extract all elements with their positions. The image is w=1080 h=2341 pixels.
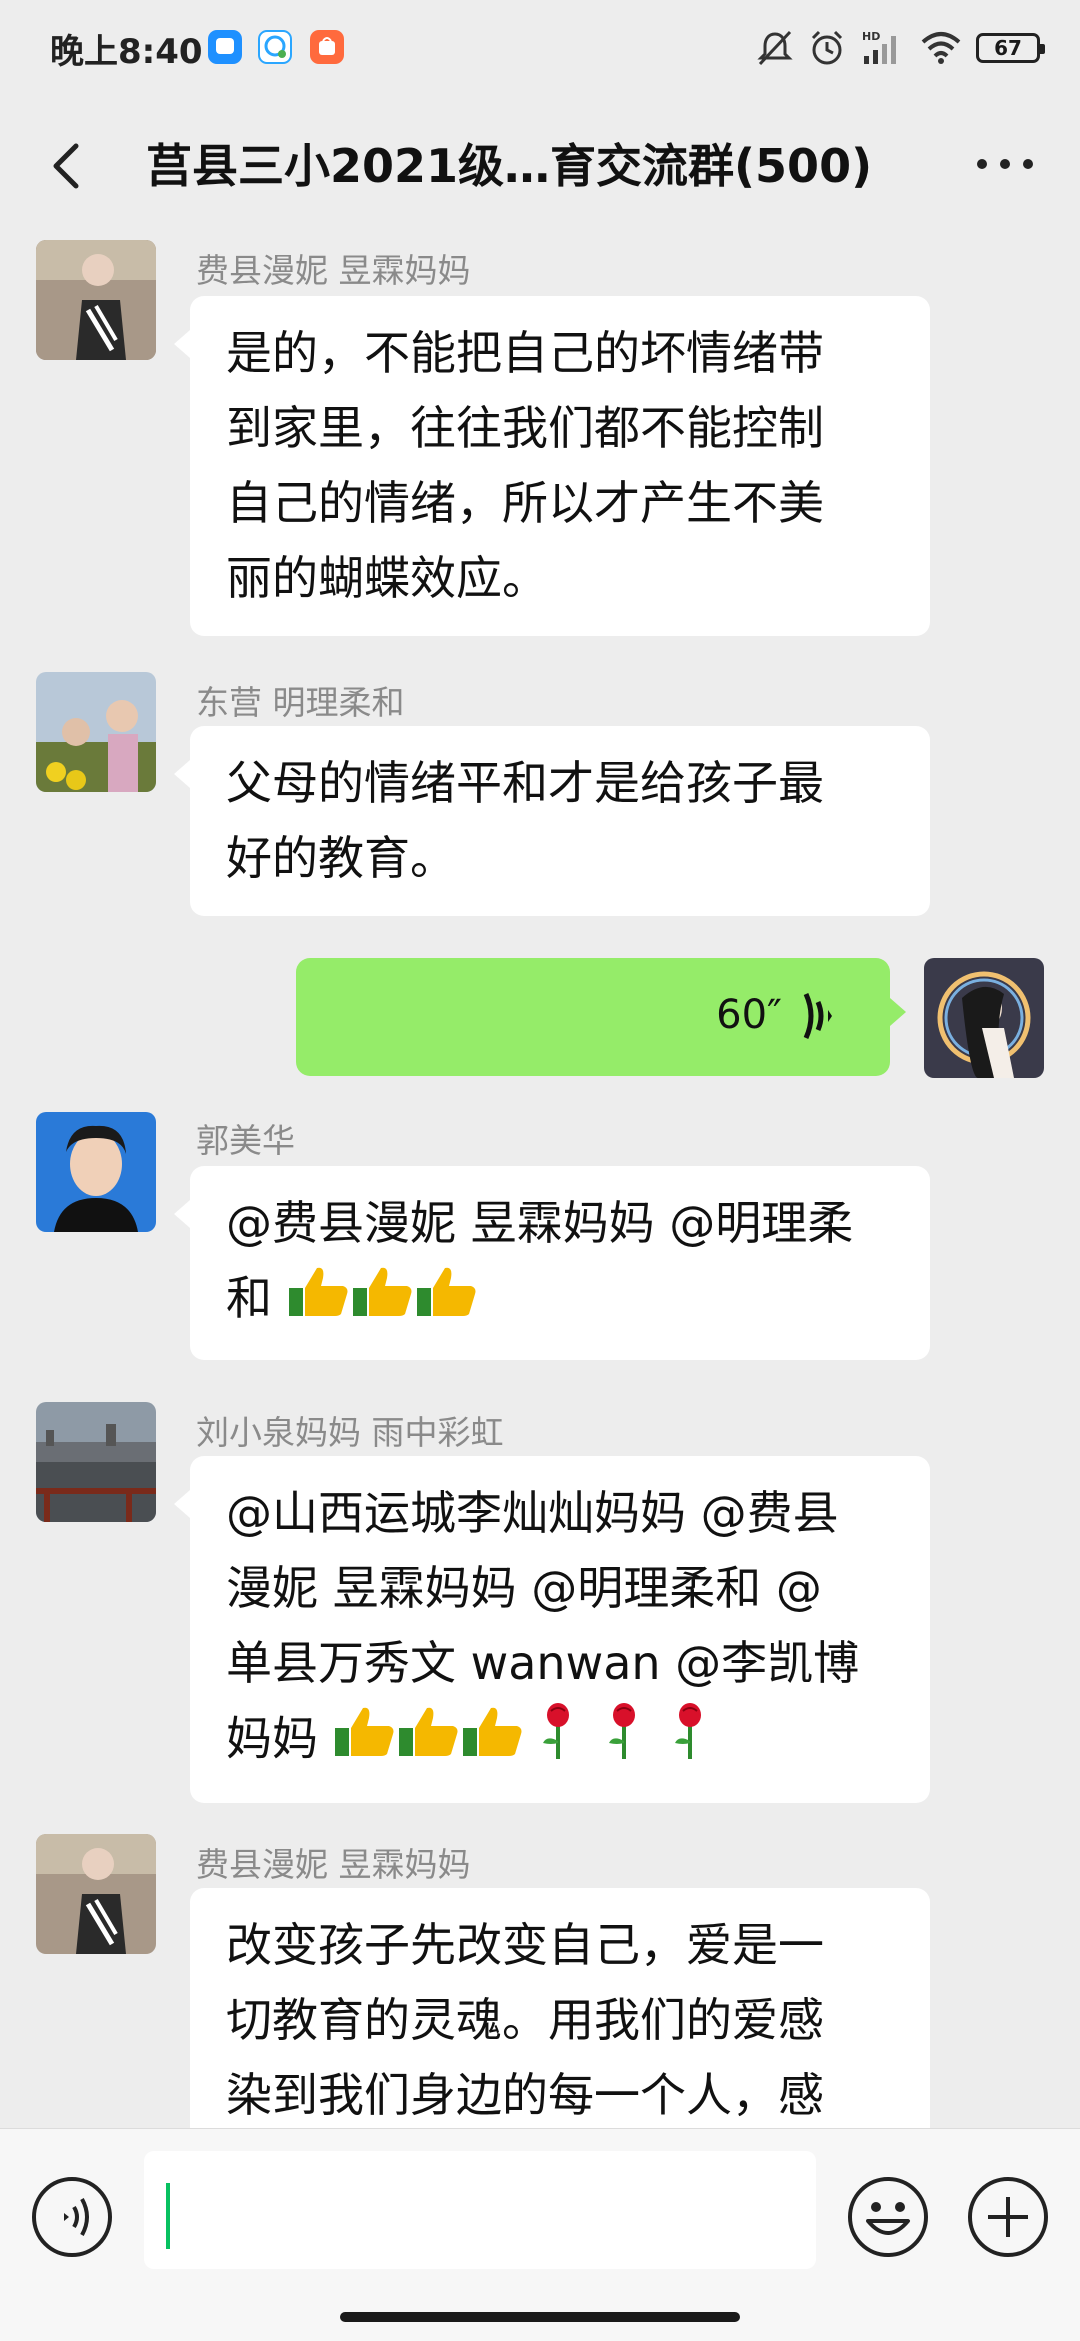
message-line: 好的教育。 xyxy=(226,831,456,885)
message-bubble[interactable]: @山西运城李灿灿妈妈 @费县 漫妮 昱霖妈妈 @明理柔和 @ 单县万秀文 wan… xyxy=(174,1456,930,1803)
app-chat-icon xyxy=(258,30,292,64)
avatar[interactable] xyxy=(36,672,156,792)
emoji-icon[interactable] xyxy=(846,2175,930,2259)
wifi-icon xyxy=(921,32,961,64)
message-list[interactable]: 费县漫妮 昱霖妈妈 是的，不能把自己的坏情绪带 到家里，往往我们都不能控制 自己… xyxy=(0,238,1080,2128)
status-icons: HD 67 xyxy=(756,24,1045,72)
rose-icon xyxy=(591,1701,657,1783)
avatar[interactable] xyxy=(924,958,1044,1078)
status-time: 晚上8:40 xyxy=(50,32,203,72)
message-line: 到家里，往往我们都不能控制 xyxy=(226,401,824,455)
message-input[interactable] xyxy=(144,2151,816,2269)
sender-name: 费县漫妮 昱霖妈妈 xyxy=(196,251,471,290)
message-line: 漫妮 昱霖妈妈 @明理柔和 @ xyxy=(226,1561,822,1615)
sender-name: 刘小泉妈妈 雨中彩虹 xyxy=(196,1413,504,1452)
message-text: 和 xyxy=(226,1271,287,1325)
plus-icon[interactable] xyxy=(966,2175,1050,2259)
avatar[interactable] xyxy=(36,1402,156,1522)
message-line: @山西运城李灿灿妈妈 @费县 xyxy=(226,1486,839,1540)
message-bubble[interactable]: @费县漫妮 昱霖妈妈 @明理柔 和 xyxy=(174,1166,930,1360)
svg-text:HD: HD xyxy=(862,30,880,43)
chat-header: 莒县三小2021级…育交流群(500) xyxy=(0,96,1080,238)
message-line: 染到我们身边的每一个人，感 xyxy=(226,2068,824,2122)
message-line: 和 xyxy=(226,1261,894,1340)
message-bubble[interactable]: 父母的情绪平和才是给孩子最 好的教育。 xyxy=(174,726,930,916)
avatar[interactable] xyxy=(36,1834,156,1954)
message-line: @费县漫妮 昱霖妈妈 @明理柔 xyxy=(226,1196,854,1250)
message-line: 父母的情绪平和才是给孩子最 xyxy=(226,756,824,810)
message-line: 单县万秀文 wanwan @李凯博 xyxy=(226,1636,860,1690)
message-line: 丽的蝴蝶效应。 xyxy=(226,551,548,605)
thumbs-up-icon xyxy=(351,1264,415,1340)
voice-message-bubble[interactable]: 60″ xyxy=(296,958,906,1076)
message-line: 自己的情绪，所以才产生不美 xyxy=(226,476,824,530)
sender-name: 东营 明理柔和 xyxy=(196,683,405,722)
avatar[interactable] xyxy=(36,240,156,360)
mute-icon xyxy=(757,30,793,66)
sender-name: 郭美华 xyxy=(196,1121,295,1160)
sender-name: 费县漫妮 昱霖妈妈 xyxy=(196,1845,471,1884)
home-indicator[interactable] xyxy=(340,2312,740,2322)
thumbs-up-icon xyxy=(333,1704,397,1780)
message-line: 切教育的灵魂。用我们的爱感 xyxy=(226,1993,824,2047)
avatar[interactable] xyxy=(36,1112,156,1232)
thumbs-up-icon xyxy=(415,1264,479,1340)
voice-duration: 60″ xyxy=(716,992,782,1038)
message-bubble[interactable]: 改变孩子先改变自己，爱是一 切教育的灵魂。用我们的爱感 染到我们身边的每一个人，… xyxy=(190,1888,930,2128)
status-bar: 晚上8:40 HD 67 xyxy=(0,0,1080,96)
voice-input-icon[interactable] xyxy=(30,2175,114,2259)
signal-hd-icon: HD xyxy=(862,30,896,64)
alarm-icon xyxy=(811,30,843,65)
rose-icon xyxy=(525,1701,591,1783)
chat-title: 莒县三小2021级…育交流群(500) xyxy=(146,139,873,193)
message-text: 妈妈 xyxy=(226,1711,333,1766)
app-blue-icon xyxy=(208,30,242,64)
text-caret xyxy=(166,2183,170,2249)
more-dots-icon[interactable] xyxy=(970,144,1040,184)
message-line: 是的，不能把自己的坏情绪带 xyxy=(226,326,824,380)
battery-level: 67 xyxy=(994,36,1022,60)
battery-icon: 67 xyxy=(976,33,1045,63)
app-orange-icon xyxy=(310,30,344,64)
message-line: 妈妈 xyxy=(226,1701,894,1783)
thumbs-up-icon xyxy=(287,1264,351,1340)
voice-wave-icon xyxy=(803,992,832,1040)
input-bar xyxy=(0,2128,1080,2341)
thumbs-up-icon xyxy=(461,1704,525,1780)
message-line: 改变孩子先改变自己，爱是一 xyxy=(226,1918,824,1972)
message-bubble[interactable]: 是的，不能把自己的坏情绪带 到家里，往往我们都不能控制 自己的情绪，所以才产生不… xyxy=(174,296,930,636)
back-arrow-icon[interactable] xyxy=(40,136,100,196)
rose-icon xyxy=(657,1701,723,1783)
thumbs-up-icon xyxy=(397,1704,461,1780)
